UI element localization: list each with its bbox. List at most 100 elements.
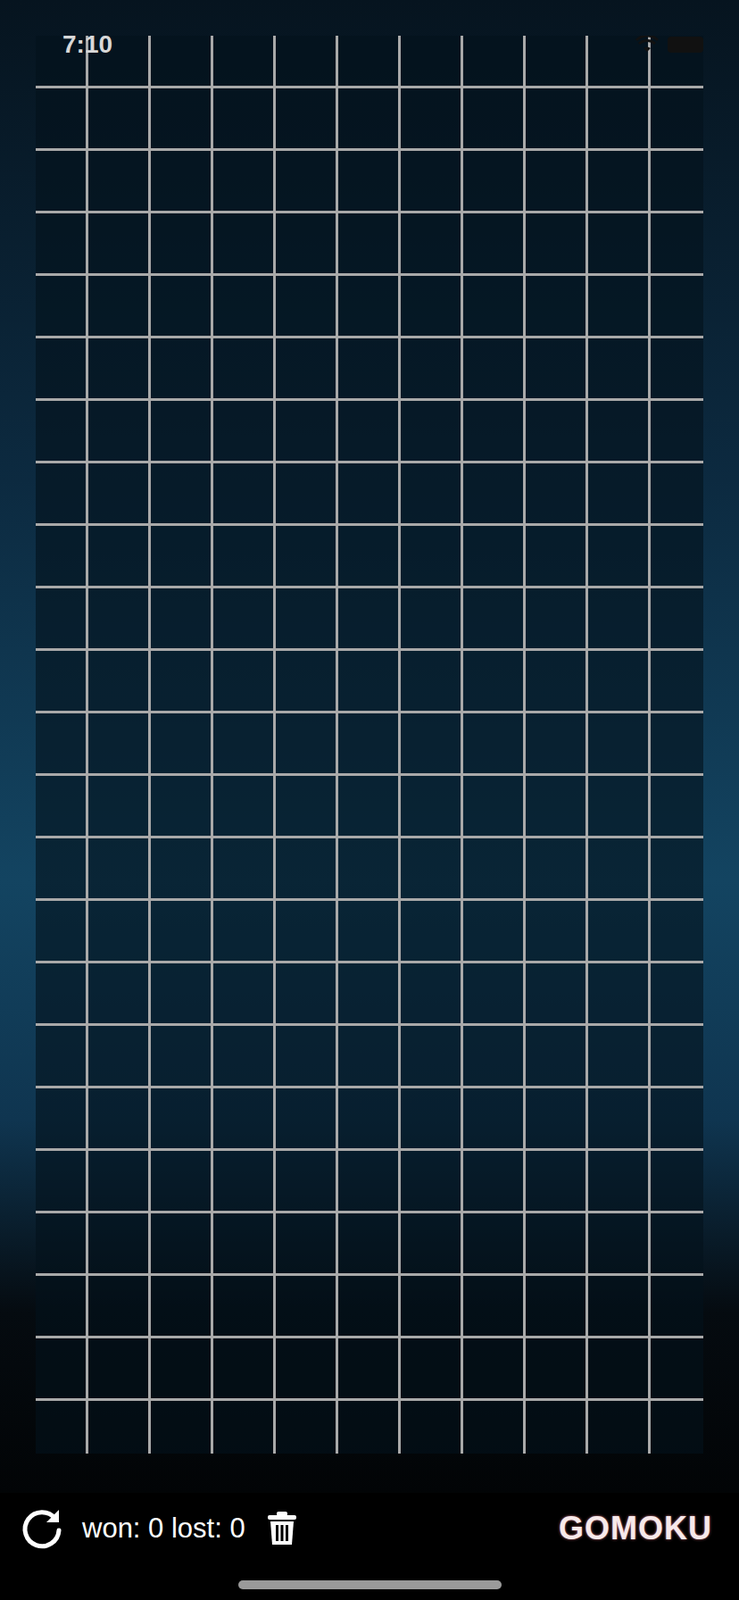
board-cell[interactable] [650,213,704,276]
board-cell[interactable] [650,525,704,589]
board-cell[interactable] [525,150,589,214]
board-cell[interactable] [400,338,464,401]
board-cell[interactable] [588,213,651,276]
board-cell[interactable] [213,88,276,151]
board-cell[interactable] [525,1025,589,1088]
board-cell[interactable] [88,1212,151,1276]
board-cell[interactable] [213,1275,276,1338]
board-cell[interactable] [213,650,276,714]
board-cell[interactable] [650,150,704,214]
board-cell[interactable] [400,713,464,776]
board-cell[interactable] [650,650,704,714]
board-cell[interactable] [463,650,526,714]
board-cell[interactable] [35,213,89,276]
board-cell[interactable] [463,213,526,276]
board-cell[interactable] [463,1337,526,1401]
board-cell[interactable] [525,1275,589,1338]
board-cell[interactable] [650,838,704,901]
board-cell[interactable] [275,213,339,276]
board-cell[interactable] [338,213,401,276]
board-cell[interactable] [275,900,339,964]
board-cell[interactable] [525,588,589,651]
board-cell[interactable] [213,1087,276,1151]
board-cell[interactable] [150,963,214,1026]
board-cell[interactable] [650,963,704,1026]
board-cell[interactable] [35,838,89,901]
board-cell[interactable] [463,275,526,339]
board-cell[interactable] [275,1337,339,1401]
board-cell[interactable] [463,900,526,964]
board-cell[interactable] [88,963,151,1026]
board-cell[interactable] [88,1025,151,1088]
board-cell[interactable] [213,150,276,214]
board-cell[interactable] [88,213,151,276]
board-cell[interactable] [650,900,704,964]
board-cell[interactable] [35,1150,89,1213]
board-cell[interactable] [338,463,401,526]
board-cell[interactable] [275,1025,339,1088]
board-cell[interactable] [650,338,704,401]
board-cell[interactable] [338,1150,401,1213]
board-cell[interactable] [525,1337,589,1401]
board-cell[interactable] [35,1025,89,1088]
board-cell[interactable] [400,838,464,901]
board-cell[interactable] [150,713,214,776]
board-cell[interactable] [400,588,464,651]
board-cell[interactable] [88,1400,151,1454]
board-cell[interactable] [213,463,276,526]
board-cell[interactable] [650,88,704,151]
board-cell[interactable] [400,463,464,526]
board-cell[interactable] [338,400,401,464]
board-cell[interactable] [400,213,464,276]
board-cell[interactable] [588,713,651,776]
board-cell[interactable] [213,1025,276,1088]
board-cell[interactable] [588,963,651,1026]
board-cell[interactable] [338,1212,401,1276]
board-cell[interactable] [213,400,276,464]
board-cell[interactable] [650,1337,704,1401]
board-cell[interactable] [275,275,339,339]
board-cell[interactable] [150,588,214,651]
board-cell[interactable] [588,338,651,401]
board-cell[interactable] [588,1087,651,1151]
board-cell[interactable] [150,400,214,464]
board-cell[interactable] [463,150,526,214]
board-cell[interactable] [88,900,151,964]
board-cell[interactable] [588,900,651,964]
board-cell[interactable] [213,838,276,901]
board-cell[interactable] [213,775,276,839]
board-cell[interactable] [275,1150,339,1213]
board-cell[interactable] [588,400,651,464]
board-cell[interactable] [525,650,589,714]
board-cell[interactable] [150,1275,214,1338]
board-cell[interactable] [338,713,401,776]
board-cell[interactable] [400,775,464,839]
board-cell[interactable] [35,713,89,776]
board-cell[interactable] [463,35,526,89]
board-cell[interactable] [400,1150,464,1213]
board-cell[interactable] [588,88,651,151]
board-cell[interactable] [35,963,89,1026]
board-cell[interactable] [35,1337,89,1401]
board-cell[interactable] [588,1275,651,1338]
board-cell[interactable] [588,1150,651,1213]
board-cell[interactable] [588,275,651,339]
board-cell[interactable] [463,1275,526,1338]
board-cell[interactable] [35,150,89,214]
board-cell[interactable] [650,588,704,651]
board-cell[interactable] [400,88,464,151]
board-cell[interactable] [525,963,589,1026]
board-cell[interactable] [338,1400,401,1454]
board-cell[interactable] [150,463,214,526]
board-cell[interactable] [463,1087,526,1151]
board-cell[interactable] [275,838,339,901]
board-cell[interactable] [525,713,589,776]
board-cell[interactable] [275,1212,339,1276]
board-cell[interactable] [463,400,526,464]
board-cell[interactable] [650,463,704,526]
board-cell[interactable] [650,1150,704,1213]
board-cell[interactable] [650,1025,704,1088]
board-cell[interactable] [150,650,214,714]
board-cell[interactable] [275,35,339,89]
board-cell[interactable] [400,1212,464,1276]
